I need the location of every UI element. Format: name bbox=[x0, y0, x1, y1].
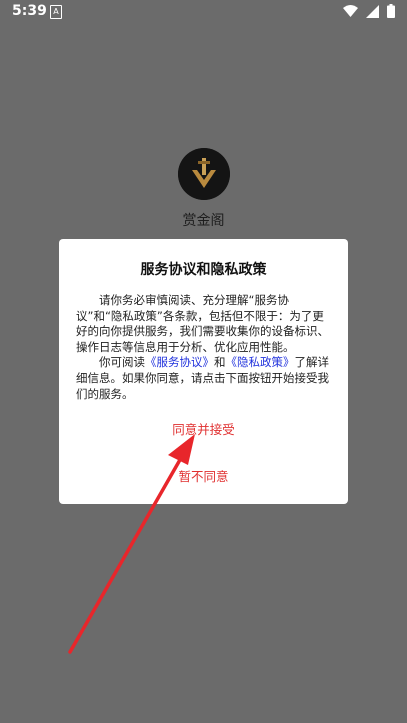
disagree-button[interactable]: 暂不同意 bbox=[59, 466, 348, 485]
dialog-body: 请你务必审慎阅读、充分理解“服务协议”和“隐私政策”各条款，包括但不限于：为了更… bbox=[76, 293, 334, 402]
app-name: 赏金阁 bbox=[182, 213, 225, 229]
wifi-icon bbox=[343, 5, 358, 17]
status-bar: 5:39 A bbox=[0, 0, 407, 24]
agree-button[interactable]: 同意并接受 bbox=[59, 419, 348, 438]
dialog-paragraph-2: 你可阅读《服务协议》和《隐私政策》了解详细信息。如果你同意，请点击下面按钮开始接… bbox=[76, 355, 334, 402]
service-agreement-link[interactable]: 《服务协议》 bbox=[145, 355, 214, 369]
dialog-title: 服务协议和隐私政策 bbox=[140, 262, 267, 278]
privacy-policy-link[interactable]: 《隐私政策》 bbox=[226, 355, 295, 369]
app-logo-icon bbox=[178, 148, 230, 200]
status-icons bbox=[343, 4, 395, 18]
paragraph2-prefix: 你可阅读 bbox=[99, 355, 145, 370]
a-notification-icon: A bbox=[50, 5, 62, 19]
paragraph2-and: 和 bbox=[214, 355, 226, 370]
dialog-paragraph-1: 请你务必审慎阅读、充分理解“服务协议”和“隐私政策”各条款，包括但不限于：为了更… bbox=[76, 293, 329, 354]
status-time: 5:39 bbox=[12, 3, 47, 19]
privacy-dialog: 服务协议和隐私政策 请你务必审慎阅读、充分理解“服务协议”和“隐私政策”各条款，… bbox=[59, 239, 348, 504]
battery-icon bbox=[387, 4, 395, 18]
signal-icon bbox=[366, 4, 379, 18]
